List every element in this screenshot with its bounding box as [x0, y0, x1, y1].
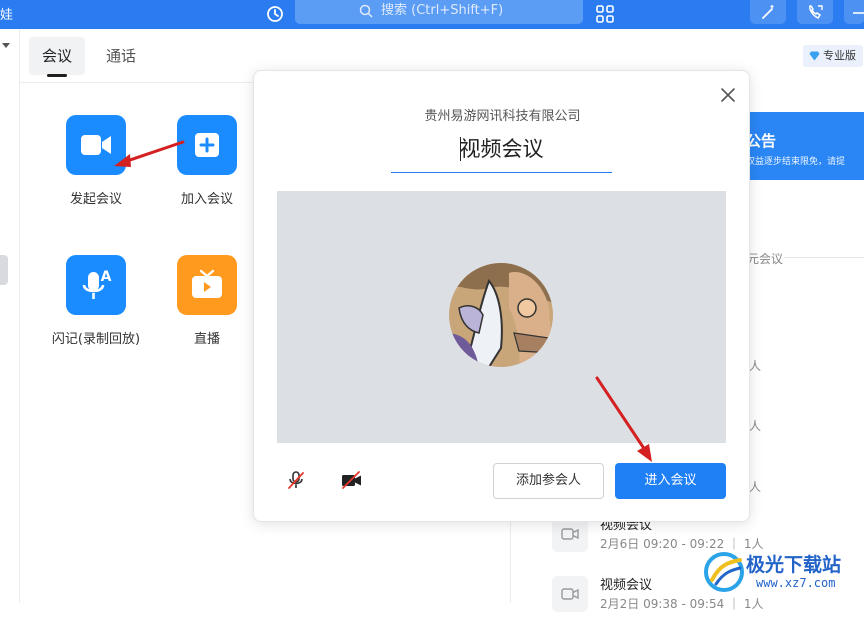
participants-fragment-3: 人 — [749, 480, 762, 494]
flash-notes-label: 闪记(录制回放) — [51, 332, 141, 347]
pro-edition-label: 专业版 — [823, 49, 856, 62]
video-camera-icon — [552, 576, 588, 612]
tv-icon — [177, 255, 237, 315]
start-meeting-dialog: 贵州易游网讯科技有限公司 视频会议 添加参会人 进入会议 — [253, 70, 750, 522]
phone-icon — [809, 5, 823, 19]
watermark-name: 极光下载站 — [746, 554, 842, 576]
participants-fragment: 人 — [749, 359, 762, 373]
participants-fragment-2: 人 — [749, 419, 762, 433]
minimize-icon — [853, 12, 864, 14]
start-meeting-tile[interactable]: 发起会议 — [51, 115, 141, 207]
voice-note-icon: A — [66, 255, 126, 315]
list-item-title: 视频会议 — [600, 578, 653, 593]
flash-notes-tile[interactable]: A 闪记(录制回放) — [51, 255, 141, 347]
tab-call-label: 通话 — [105, 47, 136, 65]
meeting-title-value: 视频会议 — [459, 137, 544, 161]
search-icon — [359, 4, 373, 18]
company-name: 贵州易游网讯科技有限公司 — [424, 109, 581, 124]
upcoming-section-fragment: 元会议 — [747, 252, 784, 266]
announcement-banner[interactable]: 公告 权益逐步结束限免，请提 — [740, 112, 864, 180]
magic-wand-button[interactable] — [750, 0, 786, 24]
meeting-title-input[interactable]: 视频会议 — [391, 131, 612, 173]
chevron-down-icon[interactable] — [2, 43, 10, 48]
title-edge-text: 娃 — [0, 8, 14, 23]
pro-edition-badge[interactable]: 专业版 — [803, 45, 863, 67]
search-placeholder: 搜索 (Ctrl+Shift+F) — [381, 3, 504, 18]
diamond-icon — [809, 51, 820, 61]
left-rail — [0, 29, 20, 603]
live-stream-label: 直播 — [193, 332, 220, 347]
search-input[interactable]: 搜索 (Ctrl+Shift+F) — [295, 0, 583, 24]
camera-off-icon[interactable] — [340, 469, 364, 491]
video-camera-icon — [66, 115, 126, 175]
history-icon[interactable] — [264, 3, 286, 25]
plus-icon — [177, 115, 237, 175]
add-participants-button[interactable]: 添加参会人 — [493, 463, 604, 499]
join-meeting-label: 加入会议 — [180, 192, 233, 207]
enter-meeting-button[interactable]: 进入会议 — [615, 463, 726, 499]
title-bar: 娃 搜索 (Ctrl+Shift+F) — [0, 0, 864, 29]
tabs-divider — [20, 82, 260, 83]
tab-active-indicator — [47, 74, 67, 77]
live-stream-tile[interactable]: 直播 — [162, 255, 252, 347]
section-divider — [784, 257, 864, 258]
magic-wand-icon — [762, 5, 774, 19]
tab-meeting-label: 会议 — [41, 47, 72, 65]
rail-selected-indicator — [0, 255, 8, 285]
join-meeting-tile[interactable]: 加入会议 — [162, 115, 252, 207]
close-icon[interactable] — [718, 85, 738, 105]
avatar — [449, 263, 553, 367]
video-preview — [277, 191, 726, 443]
watermark-url: www.xz7.com — [756, 576, 836, 590]
mic-off-icon[interactable] — [285, 469, 307, 491]
minimize-button[interactable] — [844, 0, 864, 24]
apps-grid-icon[interactable] — [594, 3, 616, 25]
svg-text:A: A — [101, 269, 112, 285]
watermark-logo-icon — [704, 552, 744, 592]
start-meeting-label: 发起会议 — [69, 192, 122, 207]
tab-call[interactable]: 通话 — [96, 37, 146, 75]
text-cursor — [460, 137, 461, 161]
banner-title: 公告 — [746, 132, 777, 150]
banner-text: 权益逐步结束限免，请提 — [746, 157, 846, 167]
watermark: 极光下载站 www.xz7.com — [700, 548, 864, 598]
tab-meeting[interactable]: 会议 — [29, 37, 85, 77]
phone-button[interactable] — [797, 0, 833, 24]
